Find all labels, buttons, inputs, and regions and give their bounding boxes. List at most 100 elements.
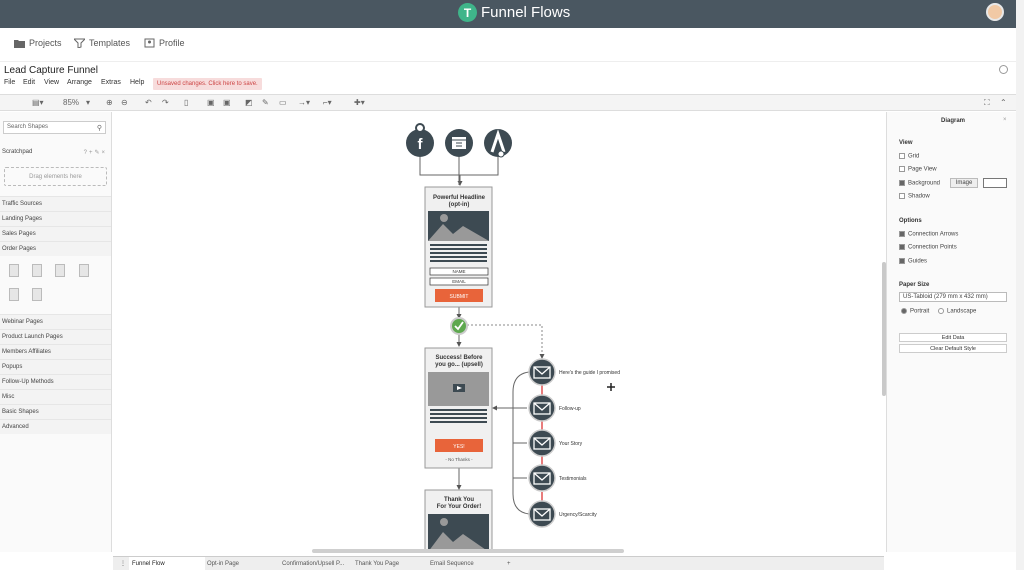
- calendar-icon[interactable]: [445, 129, 473, 157]
- collapse-icon[interactable]: ⌃: [1000, 98, 1007, 107]
- brand[interactable]: T Funnel Flows: [458, 3, 570, 22]
- diagram-canvas[interactable]: f Powerful Headline (opt-in) NAME EMAIL …: [113, 112, 884, 552]
- tab-funnel-flow[interactable]: Funnel Flow: [129, 557, 205, 571]
- connection-icon[interactable]: →▾: [298, 98, 310, 107]
- close-icon[interactable]: ×: [1003, 117, 1007, 123]
- category-members-affiliates[interactable]: Members Affiliates: [0, 344, 111, 359]
- add-page-icon[interactable]: +: [504, 557, 514, 571]
- scratchpad-header[interactable]: Scratchpad ?+✎×: [0, 149, 111, 159]
- avatar[interactable]: [986, 3, 1004, 21]
- menu-file[interactable]: File: [4, 79, 15, 86]
- email-node[interactable]: Your Story: [528, 429, 583, 457]
- checkbox-icon[interactable]: [899, 153, 905, 159]
- shadow-icon[interactable]: ▭: [279, 98, 287, 107]
- order-page-thumbnail[interactable]: [32, 264, 42, 277]
- connection-points-checkbox[interactable]: Connection Points: [899, 244, 957, 251]
- email-node[interactable]: Testimonials: [528, 464, 587, 492]
- fullscreen-icon[interactable]: ⛶: [984, 98, 990, 108]
- checkbox-icon[interactable]: [899, 166, 905, 172]
- menu-view[interactable]: View: [44, 79, 59, 86]
- zoom-in-icon[interactable]: ⊕: [106, 98, 113, 107]
- clear-default-style-button[interactable]: Clear Default Style: [899, 344, 1007, 353]
- category-webinar-pages[interactable]: Webinar Pages: [0, 314, 111, 329]
- category-order-pages[interactable]: Order Pages: [0, 241, 111, 256]
- upsell-page-node[interactable]: Success! Before you go... (upsell) YES! …: [424, 347, 493, 469]
- menu-edit[interactable]: Edit: [23, 79, 35, 86]
- thank-you-page-node[interactable]: Thank You For Your Order!: [424, 489, 493, 552]
- nav-projects[interactable]: Projects: [14, 38, 62, 48]
- order-page-thumbnail[interactable]: [79, 264, 89, 277]
- background-color-swatch[interactable]: [983, 178, 1007, 188]
- radio-icon[interactable]: [901, 308, 907, 314]
- checkbox-icon[interactable]: [899, 231, 905, 237]
- connection-arrows-checkbox[interactable]: Connection Arrows: [899, 231, 958, 238]
- connector[interactable]: [419, 157, 463, 186]
- page-view-checkbox[interactable]: Page View: [899, 166, 937, 173]
- checkbox-icon[interactable]: [899, 180, 905, 186]
- canvas-horizontal-scrollbar[interactable]: [312, 549, 624, 553]
- menu-arrange[interactable]: Arrange: [67, 79, 92, 86]
- order-page-thumbnail[interactable]: [55, 264, 65, 277]
- document-title[interactable]: Lead Capture Funnel: [4, 65, 98, 76]
- paper-size-select[interactable]: US-Tabloid (279 mm x 432 mm): [899, 292, 1007, 302]
- globe-icon[interactable]: [999, 65, 1008, 74]
- nav-profile[interactable]: Profile: [144, 38, 185, 48]
- facebook-icon[interactable]: f: [406, 123, 434, 157]
- landscape-radio[interactable]: Landscape: [938, 308, 976, 315]
- category-misc[interactable]: Misc: [0, 389, 111, 404]
- tab-opt-in-page[interactable]: Opt-in Page: [204, 557, 280, 571]
- fill-color-icon[interactable]: ◩: [245, 98, 253, 107]
- page-scrollbar[interactable]: [1016, 0, 1024, 570]
- category-follow-up-methods[interactable]: Follow-Up Methods: [0, 374, 111, 389]
- category-landing-pages[interactable]: Landing Pages: [0, 211, 111, 226]
- order-page-thumbnail[interactable]: [32, 288, 42, 301]
- tab-confirmation-upsell[interactable]: Confirmation/Upsell P...: [279, 557, 353, 571]
- nav-templates[interactable]: Templates: [74, 38, 130, 48]
- category-sales-pages[interactable]: Sales Pages: [0, 226, 111, 241]
- adwords-icon[interactable]: [484, 129, 512, 158]
- tab-thank-you-page[interactable]: Thank You Page: [352, 557, 428, 571]
- category-product-launch-pages[interactable]: Product Launch Pages: [0, 329, 111, 344]
- checkbox-icon[interactable]: [899, 244, 905, 250]
- menu-extras[interactable]: Extras: [101, 79, 121, 86]
- order-page-thumbnail[interactable]: [9, 288, 19, 301]
- zoom-out-icon[interactable]: ⊖: [121, 98, 128, 107]
- shadow-checkbox[interactable]: Shadow: [899, 193, 930, 200]
- order-page-thumbnail[interactable]: [9, 264, 19, 277]
- line-color-icon[interactable]: ✎: [262, 98, 269, 107]
- edit-data-button[interactable]: Edit Data: [899, 333, 1007, 342]
- grid-checkbox[interactable]: Grid: [899, 153, 919, 160]
- waypoints-icon[interactable]: ⌐▾: [323, 98, 332, 107]
- delete-icon[interactable]: ▯: [184, 98, 188, 107]
- connector[interactable]: [460, 157, 499, 176]
- menu-help[interactable]: Help: [130, 79, 144, 86]
- tab-email-sequence[interactable]: Email Sequence: [427, 557, 503, 571]
- radio-icon[interactable]: [938, 308, 944, 314]
- to-back-icon[interactable]: ▣: [223, 98, 231, 107]
- guides-checkbox[interactable]: Guides: [899, 258, 927, 265]
- portrait-radio[interactable]: Portrait: [901, 308, 929, 315]
- email-node[interactable]: Follow-up: [528, 394, 581, 422]
- scratchpad-drop-area[interactable]: Drag elements here: [4, 167, 107, 186]
- checkbox-icon[interactable]: [899, 258, 905, 264]
- undo-icon[interactable]: ↶: [145, 98, 152, 107]
- connector[interactable]: [513, 442, 527, 479]
- category-advanced[interactable]: Advanced: [0, 419, 111, 434]
- optin-page-node[interactable]: Powerful Headline (opt-in) NAME EMAIL SU…: [424, 186, 493, 308]
- category-popups[interactable]: Popups: [0, 359, 111, 374]
- zoom-level[interactable]: 85%: [63, 98, 79, 107]
- checkbox-icon[interactable]: [899, 193, 905, 199]
- unsaved-changes-banner[interactable]: Unsaved changes. Click here to save.: [153, 78, 262, 90]
- email-node[interactable]: Here's the guide I promised: [528, 358, 620, 386]
- insert-icon[interactable]: ✚▾: [354, 98, 365, 107]
- redo-icon[interactable]: ↷: [162, 98, 169, 107]
- email-node[interactable]: Urgency/Scarcity: [528, 500, 597, 528]
- checkmark-icon[interactable]: [450, 317, 468, 335]
- image-button[interactable]: Image: [950, 178, 978, 188]
- category-traffic-sources[interactable]: Traffic Sources: [0, 196, 111, 211]
- zoom-dropdown-icon[interactable]: ▾: [86, 98, 90, 107]
- scratchpad-controls-icon[interactable]: ?+✎×: [84, 149, 107, 156]
- page-layout-icon[interactable]: ▤▾: [32, 98, 44, 107]
- search-icon[interactable]: ⚲: [97, 124, 102, 132]
- tabs-menu-icon[interactable]: ⋮: [117, 557, 129, 571]
